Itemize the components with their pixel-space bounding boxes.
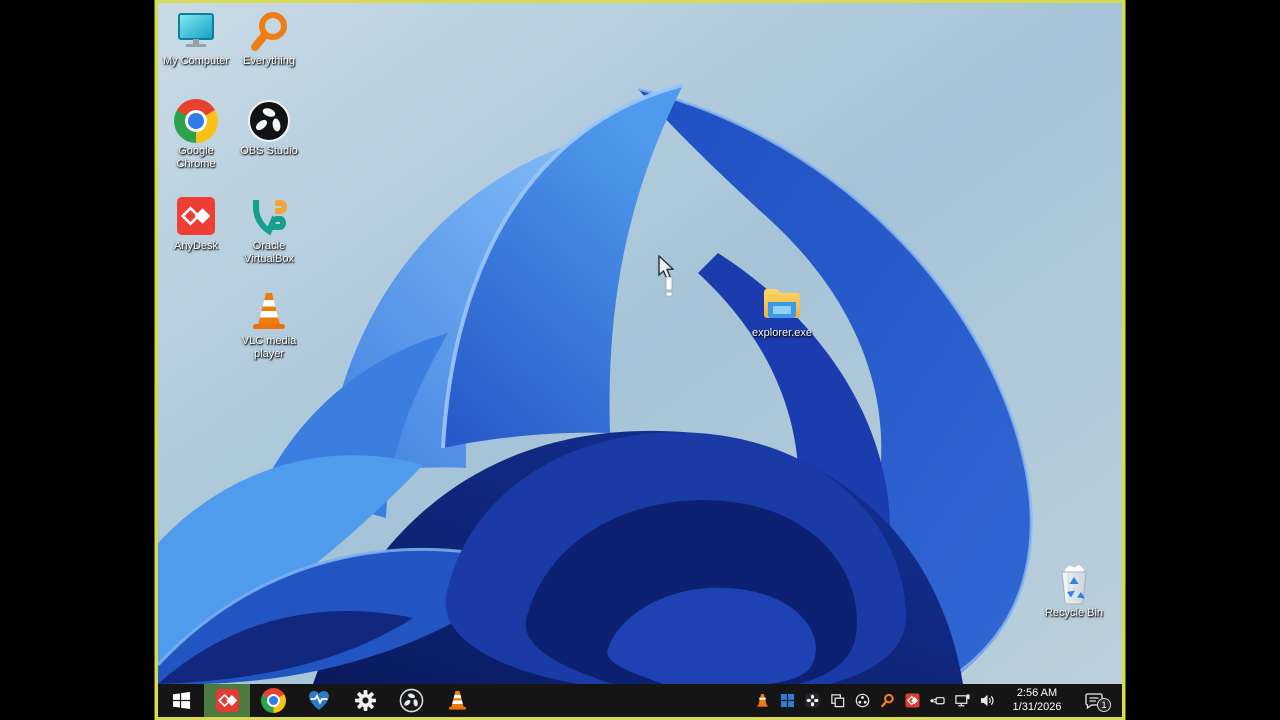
gear-icon: [354, 689, 376, 712]
blue-grid-icon: [780, 693, 795, 708]
recycle-bin-icon: [1052, 561, 1096, 605]
tray-pinwheel[interactable]: [802, 688, 823, 714]
search-icon: [881, 693, 894, 708]
pinwheel-icon: [805, 693, 820, 708]
desktop-icon-oracle-virtualbox[interactable]: Oracle VirtualBox: [231, 194, 307, 266]
taskbar-button-health-pulse[interactable]: [296, 684, 342, 717]
vlc-cone-icon: [757, 693, 768, 707]
tray-network[interactable]: [952, 688, 973, 714]
desktop-icon-label: Recycle Bin: [1044, 607, 1104, 619]
tray-apps-grid[interactable]: [777, 688, 798, 714]
desktop-wallpaper[interactable]: My Computer Everything Google Chrome OBS…: [158, 3, 1122, 684]
anydesk-icon: [905, 693, 920, 708]
everything-search-icon: [247, 9, 291, 53]
desktop-icon-label: Google Chrome: [176, 145, 216, 170]
start-button[interactable]: [158, 684, 204, 717]
clock-time: 2:56 AM: [1016, 686, 1058, 699]
taskbar-button-anydesk[interactable]: [204, 684, 250, 717]
obs-icon: [855, 693, 870, 708]
my-computer-icon: [174, 9, 218, 53]
desktop-icon-everything[interactable]: Everything: [231, 9, 307, 68]
tray-anydesk[interactable]: [902, 688, 923, 714]
folder-explorer-icon: [760, 281, 804, 325]
ethernet-network-icon: [955, 694, 970, 707]
desktop-icon-anydesk[interactable]: AnyDesk: [158, 194, 234, 253]
vlc-cone-icon: [448, 690, 466, 710]
desktop-icon-label: AnyDesk: [173, 240, 219, 252]
desktop-icon-obs-studio[interactable]: OBS Studio: [231, 99, 307, 158]
tray-vlc[interactable]: [752, 688, 773, 714]
obs-icon: [247, 99, 291, 143]
desktop-icon-label: OBS Studio: [240, 145, 298, 157]
system-tray: 2:56 AM 1/31/2026 1: [752, 684, 1112, 717]
chrome-icon: [174, 99, 218, 143]
taskbar-clock[interactable]: 2:56 AM 1/31/2026: [1006, 687, 1068, 715]
virtualbox-icon: [247, 194, 291, 238]
speaker-icon: [980, 694, 994, 707]
anydesk-icon: [174, 194, 218, 238]
obs-icon: [399, 688, 423, 713]
clock-date: 1/31/2026: [1012, 700, 1062, 713]
taskbar-button-vlc[interactable]: [434, 684, 480, 717]
desktop-icon-label: Everything: [243, 55, 295, 67]
desktop-icon-recycle-bin[interactable]: Recycle Bin: [1036, 561, 1112, 620]
tray-safely-remove-hardware[interactable]: [927, 688, 948, 714]
chrome-icon: [260, 688, 286, 713]
taskbar-pinned-apps: [158, 684, 480, 717]
windows-logo-icon: [172, 691, 190, 710]
vlc-cone-icon: [247, 289, 291, 333]
desktop-icon-label: My Computer: [162, 55, 230, 67]
desktop-icon-label: Oracle VirtualBox: [244, 240, 294, 265]
tray-clipboard[interactable]: [827, 688, 848, 714]
vm-screen-frame: My Computer Everything Google Chrome OBS…: [155, 0, 1125, 720]
notification-count-badge: 1: [1097, 697, 1111, 712]
taskbar-button-settings[interactable]: [342, 684, 388, 717]
desktop-icon-vlc[interactable]: VLC media player: [231, 289, 307, 361]
heart-pulse-icon: [309, 690, 329, 710]
tray-volume[interactable]: [977, 688, 998, 714]
desktop-icon-google-chrome[interactable]: Google Chrome: [158, 99, 234, 171]
action-center-button[interactable]: 1: [1076, 688, 1112, 714]
tray-everything-search[interactable]: [877, 688, 898, 714]
taskbar-button-chrome[interactable]: [250, 684, 296, 717]
tray-obs[interactable]: [852, 688, 873, 714]
usb-plug-icon: [930, 697, 945, 705]
taskbar-button-obs[interactable]: [388, 684, 434, 717]
taskbar: 2:56 AM 1/31/2026 1: [158, 684, 1122, 717]
desktop-icon-explorer-exe[interactable]: explorer.exe: [744, 281, 820, 340]
desktop-icon-my-computer[interactable]: My Computer: [158, 9, 234, 68]
copy-squares-icon: [831, 694, 845, 708]
desktop-icon-label: explorer.exe: [752, 327, 812, 339]
desktop-icon-label: VLC media player: [241, 335, 297, 360]
anydesk-icon: [215, 688, 239, 713]
